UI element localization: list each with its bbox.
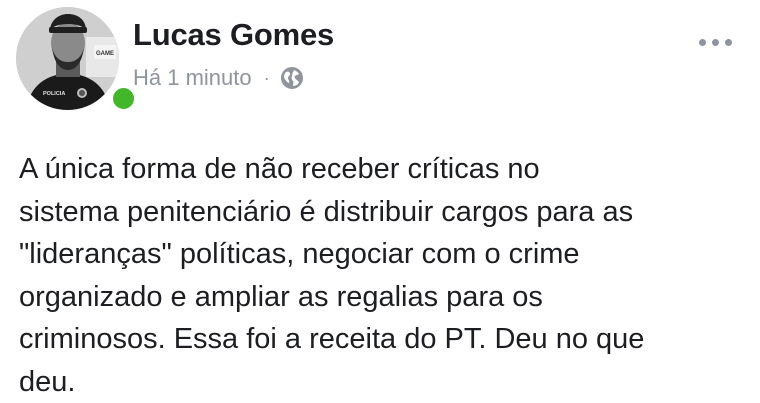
avatar-container[interactable]: GAME POLICIA: [16, 7, 119, 110]
post-body: A única forma de não receber críticas no…: [19, 148, 749, 403]
more-dot: [725, 39, 732, 46]
globe-icon[interactable]: [280, 66, 304, 90]
post-text-line: A única forma de não receber críticas no: [19, 148, 749, 191]
avatar-photo: GAME POLICIA: [16, 7, 119, 110]
post-meta: Há 1 minuto ·: [133, 65, 304, 91]
post-text-line: "lideranças" políticas, negociar com o c…: [19, 233, 749, 276]
avatar-badge-text: POLICIA: [43, 91, 65, 97]
avatar-sign-text: GAME: [96, 51, 114, 57]
post-text-line: organizado e ampliar as regalias para os: [19, 276, 749, 319]
more-dot: [699, 39, 706, 46]
facebook-post: GAME POLICIA Lucas Gomes Há 1 minuto ·: [0, 0, 760, 402]
avatar[interactable]: GAME POLICIA: [16, 7, 119, 110]
meta-separator: ·: [264, 68, 270, 89]
author-name[interactable]: Lucas Gomes: [133, 17, 334, 53]
post-text-line: sistema penitenciário é distribuir cargo…: [19, 191, 749, 234]
post-text-line: criminosos. Essa foi a receita do PT. De…: [19, 318, 749, 361]
more-options-icon[interactable]: [699, 39, 732, 46]
more-dot: [712, 39, 719, 46]
post-text-line: deu.: [19, 361, 749, 403]
post-timestamp[interactable]: Há 1 minuto: [133, 65, 252, 91]
